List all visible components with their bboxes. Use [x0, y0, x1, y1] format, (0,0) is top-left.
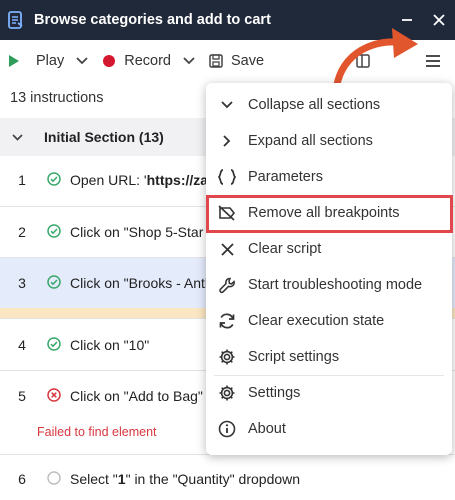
close-icon: [206, 242, 248, 256]
play-label: Play: [36, 53, 65, 69]
success-icon: [44, 275, 64, 289]
row-number: 4: [18, 337, 26, 353]
menu-item-label: Settings: [248, 385, 301, 401]
close-icon: [433, 14, 445, 26]
menu-item-settings[interactable]: Settings: [206, 375, 452, 411]
row-number: 2: [18, 224, 26, 240]
row-text: Click on "Shop 5-Star R: [70, 224, 218, 240]
pending-icon: [44, 471, 64, 485]
wrench-icon: [206, 277, 248, 294]
chevron-down-icon: [183, 57, 195, 65]
play-options-caret[interactable]: [76, 57, 88, 65]
gear-icon: [206, 384, 248, 402]
gear-icon: [206, 348, 248, 366]
error-message: Failed to find element: [37, 425, 157, 439]
menu-item-label: Start troubleshooting mode: [248, 277, 423, 293]
row-number: 6: [18, 471, 26, 487]
menu-item-parameters[interactable]: Parameters: [206, 159, 452, 195]
menu-item-about[interactable]: About: [206, 411, 452, 447]
row-text: Select "1" in the "Quantity" dropdown: [70, 471, 300, 487]
save-button[interactable]: Save: [209, 41, 264, 81]
chevron-right-icon: [206, 135, 248, 147]
save-icon: [209, 54, 223, 68]
menu-item-label: About: [248, 421, 286, 437]
row-text-suffix: " in the "Quantity" dropdown: [125, 471, 301, 487]
record-options-caret[interactable]: [183, 57, 195, 65]
row-number: 5: [18, 388, 26, 404]
success-icon: [44, 224, 64, 238]
menu-button[interactable]: [425, 54, 441, 72]
chevron-down-icon: [76, 57, 88, 65]
row-text: Click on "Add to Bag" b: [70, 388, 215, 404]
record-button[interactable]: Record: [102, 41, 171, 81]
save-label: Save: [230, 53, 265, 69]
row-text-prefix: Select ": [70, 471, 118, 487]
menu-item-collapse-all[interactable]: Collapse all sections: [206, 87, 452, 123]
row-number: 3: [18, 275, 26, 291]
instruction-row[interactable]: 6 Select "1" in the "Quantity" dropdown: [0, 454, 455, 500]
success-icon: [44, 172, 64, 186]
menu-item-label: Script settings: [248, 349, 340, 365]
section-label: Initial Section (13): [44, 129, 164, 145]
menu-item-label: Expand all sections: [248, 133, 373, 149]
row-text-value: 1: [117, 471, 126, 487]
error-icon: [44, 388, 64, 402]
chevron-down-icon: [0, 133, 34, 141]
info-icon: [206, 420, 248, 438]
options-menu: Collapse all sections Expand all section…: [206, 83, 452, 455]
braces-icon: [206, 169, 248, 185]
chevron-down-icon: [206, 101, 248, 109]
play-icon: [9, 55, 19, 67]
success-icon: [44, 337, 64, 351]
menu-item-label: Clear execution state: [248, 313, 385, 329]
document-icon: [8, 11, 26, 29]
menu-item-label: Clear script: [248, 241, 322, 257]
highlight-box: [206, 195, 453, 233]
menu-item-troubleshooting[interactable]: Start troubleshooting mode: [206, 267, 452, 303]
menu-item-label: Collapse all sections: [248, 97, 381, 113]
record-label: Record: [124, 53, 171, 69]
menu-item-script-settings[interactable]: Script settings: [206, 339, 452, 375]
hamburger-icon: [426, 55, 440, 67]
menu-item-clear-script[interactable]: Clear script: [206, 231, 452, 267]
menu-item-expand-all[interactable]: Expand all sections: [206, 123, 452, 159]
row-text: Click on "10": [70, 337, 150, 353]
menu-item-label: Parameters: [248, 169, 323, 185]
record-icon: [103, 55, 116, 67]
row-text: Click on "Brooks - Anth: [70, 275, 213, 291]
refresh-icon: [206, 312, 248, 330]
row-text-prefix: Open URL: ': [70, 172, 147, 188]
row-text: Open URL: 'https://zap: [70, 172, 217, 188]
play-button[interactable]: Play: [8, 41, 64, 81]
menu-item-clear-execution[interactable]: Clear execution state: [206, 303, 452, 339]
row-number: 1: [18, 172, 26, 188]
instructions-count: 13 instructions: [10, 90, 104, 106]
close-window-button[interactable]: [423, 0, 455, 40]
